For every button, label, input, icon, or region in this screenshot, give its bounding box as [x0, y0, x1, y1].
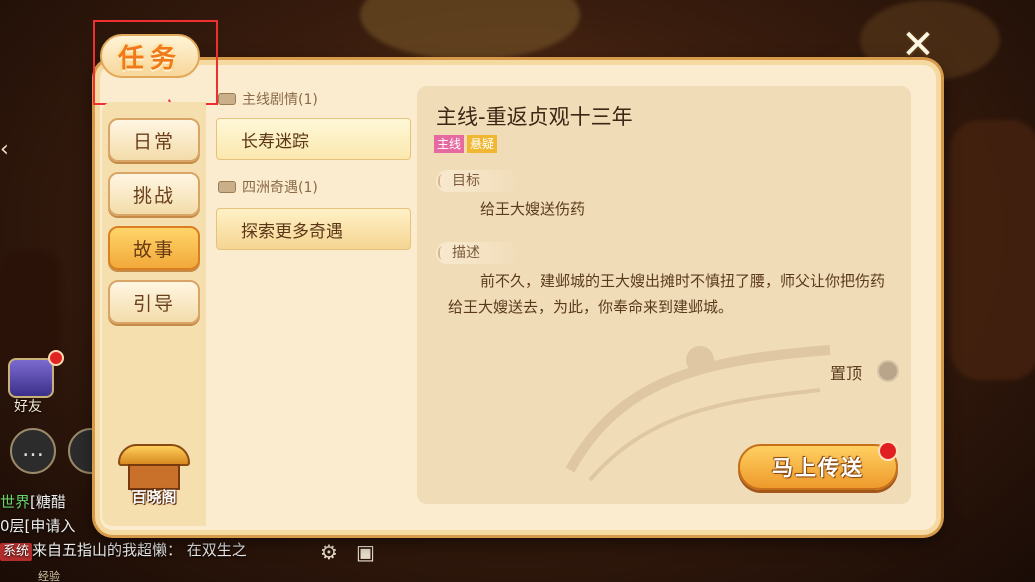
- chat-line: 系统 来自五指山的我超懒： 在双生之: [0, 538, 330, 562]
- group-label: 主线剧情(1): [242, 92, 318, 108]
- expand-arrow-icon[interactable]: ‹: [0, 136, 18, 164]
- pavilion-label[interactable]: 百晓阁: [122, 486, 186, 507]
- background-scene: [360, 0, 580, 60]
- goal-label: 目标: [436, 170, 520, 192]
- pavilion-roof: [118, 444, 190, 466]
- chat-bubble-icon[interactable]: …: [10, 428, 56, 474]
- goal-text: 给王大嫂送伤药: [480, 200, 586, 218]
- badge-mystery: 悬疑: [467, 135, 498, 153]
- scroll-icon: [218, 93, 236, 105]
- chat-message: 0层[申请入: [0, 517, 76, 535]
- quest-group-header: 四洲奇遇(1): [218, 176, 318, 198]
- pin-label: 置顶: [830, 364, 863, 383]
- close-button[interactable]: ✕: [898, 25, 938, 66]
- annotation-box: [93, 20, 218, 105]
- chat-channel: 系统: [0, 543, 33, 561]
- camera-icon[interactable]: ▣: [356, 540, 375, 564]
- friend-label: 好友: [14, 399, 42, 415]
- chat-message: 来自五指山的我超懒： 在双生之: [32, 541, 247, 559]
- tab-guide[interactable]: 引导: [108, 280, 200, 324]
- scroll-icon: [218, 181, 236, 193]
- badge-main: 主线: [434, 135, 465, 153]
- description-text: 前不久，建邺城的王大嫂出摊时不慎扭了腰，师父让你把伤药给王大嫂送去，为此，你奉命…: [448, 272, 886, 316]
- tab-daily[interactable]: 日常: [108, 118, 200, 162]
- pin-toggle[interactable]: [877, 360, 899, 382]
- tab-challenge[interactable]: 挑战: [108, 172, 200, 216]
- exp-label: 经验: [38, 570, 60, 582]
- teleport-button[interactable]: 马上传送: [738, 444, 898, 490]
- chat-toolbar: ⚙ ▣: [320, 540, 393, 564]
- group-label: 四洲奇遇(1): [242, 180, 318, 196]
- tab-story[interactable]: 故事: [108, 226, 200, 270]
- quest-item[interactable]: 长寿迷踪: [216, 118, 411, 160]
- chat-channel: 世界: [0, 493, 31, 511]
- description-label: 描述: [436, 242, 520, 264]
- quest-item[interactable]: 探索更多奇遇: [216, 208, 411, 250]
- quest-title: 主线-重返贞观十三年: [436, 105, 633, 129]
- friend-avatar[interactable]: [8, 358, 54, 398]
- background-scene: [950, 120, 1035, 380]
- gear-icon[interactable]: ⚙: [320, 540, 338, 564]
- quest-group-header: 主线剧情(1): [218, 88, 318, 110]
- notification-dot: [48, 350, 64, 366]
- chat-message: [糖醋: [30, 493, 66, 511]
- notification-dot: [878, 441, 898, 461]
